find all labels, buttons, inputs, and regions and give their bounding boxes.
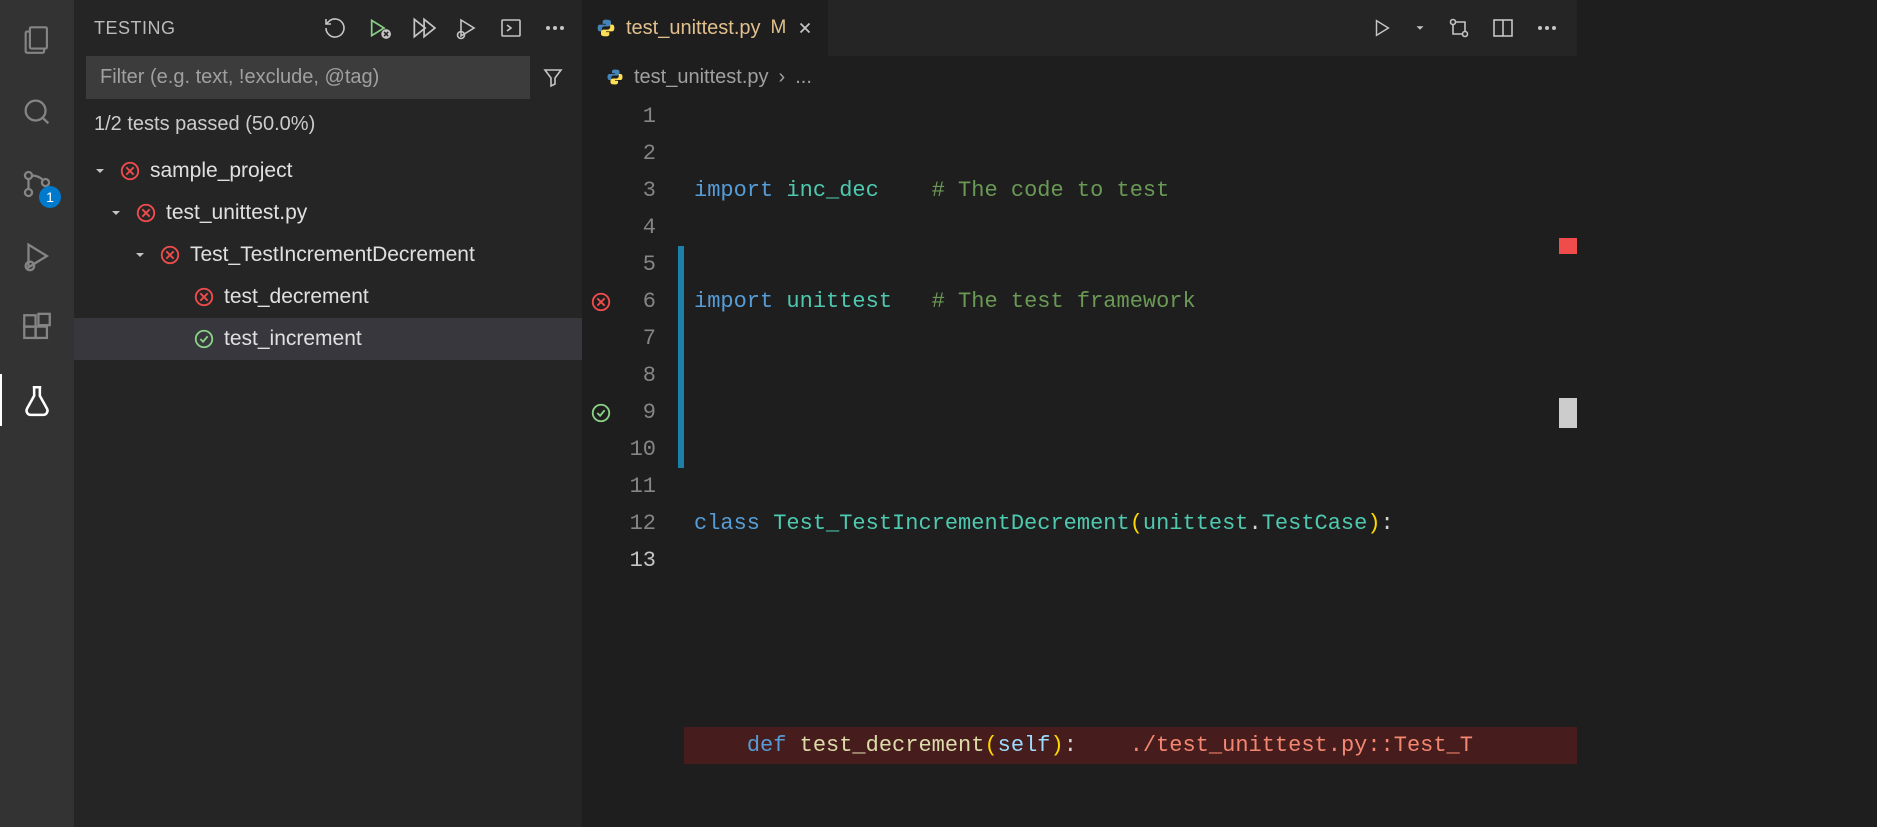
run-file-icon[interactable] — [1371, 17, 1393, 39]
show-output-icon[interactable] — [498, 15, 524, 41]
code-content[interactable]: import inc_dec # The code to test import… — [684, 98, 1577, 827]
refresh-icon[interactable] — [322, 15, 348, 41]
breadcrumb[interactable]: test_unittest.py › ... — [582, 56, 1577, 98]
sidebar-header: TESTING — [74, 0, 582, 56]
extensions-icon[interactable] — [15, 306, 59, 350]
explorer-icon[interactable] — [15, 18, 59, 62]
filter-icon[interactable] — [536, 61, 570, 95]
testing-sidebar: TESTING 1/2 tests passed (50.0%) sample_… — [74, 0, 582, 827]
editor-tab[interactable]: test_unittest.py M — [582, 0, 829, 56]
debug-tests-icon[interactable] — [454, 15, 480, 41]
python-icon — [596, 18, 616, 38]
fail-icon — [158, 243, 182, 267]
editor-area: test_unittest.py M test_unittest.py › ..… — [582, 0, 1577, 827]
breadcrumb-file: test_unittest.py — [634, 66, 769, 89]
overview-ruler[interactable] — [1559, 98, 1577, 827]
more-icon[interactable] — [1535, 16, 1559, 40]
chevron-down-icon[interactable] — [1413, 21, 1427, 35]
tree-test-fail[interactable]: test_decrement — [74, 276, 582, 318]
split-editor-icon[interactable] — [1491, 16, 1515, 40]
sidebar-title: TESTING — [94, 18, 322, 39]
fail-icon — [192, 285, 216, 309]
run-debug-icon[interactable] — [15, 234, 59, 278]
chevron-down-icon — [130, 247, 150, 263]
test-pass-glyph[interactable] — [582, 394, 620, 431]
source-control-icon[interactable]: 1 — [15, 162, 59, 206]
tree-label: test_decrement — [224, 285, 369, 309]
compare-changes-icon[interactable] — [1447, 16, 1471, 40]
sidebar-actions — [322, 15, 568, 41]
tree-root[interactable]: sample_project — [74, 150, 582, 192]
chevron-down-icon — [106, 205, 126, 221]
testing-icon[interactable] — [15, 378, 59, 422]
chevron-down-icon — [90, 163, 110, 179]
tree-class[interactable]: Test_TestIncrementDecrement — [74, 234, 582, 276]
filter-input[interactable] — [86, 56, 530, 99]
pass-icon — [192, 327, 216, 351]
run-all-icon[interactable] — [410, 15, 436, 41]
more-icon[interactable] — [542, 15, 568, 41]
filter-row — [74, 56, 582, 99]
fail-icon — [118, 159, 142, 183]
tree-label: test_unittest.py — [166, 201, 307, 225]
glyph-margin — [582, 98, 620, 827]
python-icon — [606, 68, 624, 86]
line-number-gutter: 12345678910111213 — [620, 98, 678, 827]
close-icon[interactable] — [796, 19, 814, 37]
tab-bar-actions — [1371, 0, 1577, 56]
test-fail-glyph[interactable] — [582, 283, 620, 320]
test-tree: sample_project test_unittest.py Test_Tes… — [74, 146, 582, 364]
tree-label: sample_project — [150, 159, 292, 183]
fail-icon — [134, 201, 158, 225]
tab-filename: test_unittest.py — [626, 17, 761, 40]
tab-bar: test_unittest.py M — [582, 0, 1577, 56]
activity-bar: 1 — [0, 0, 74, 827]
run-tests-icon[interactable] — [366, 15, 392, 41]
tree-label: test_increment — [224, 327, 362, 351]
chevron-right-icon: › — [779, 66, 786, 89]
code-area[interactable]: 12345678910111213 import inc_dec # The c… — [582, 98, 1577, 827]
tree-test-pass[interactable]: test_increment — [74, 318, 582, 360]
tab-modified: M — [771, 17, 787, 39]
breadcrumb-rest: ... — [795, 66, 812, 89]
tree-file[interactable]: test_unittest.py — [74, 192, 582, 234]
test-summary: 1/2 tests passed (50.0%) — [74, 99, 582, 146]
source-control-badge: 1 — [39, 186, 61, 208]
search-icon[interactable] — [15, 90, 59, 134]
tree-label: Test_TestIncrementDecrement — [190, 243, 475, 267]
